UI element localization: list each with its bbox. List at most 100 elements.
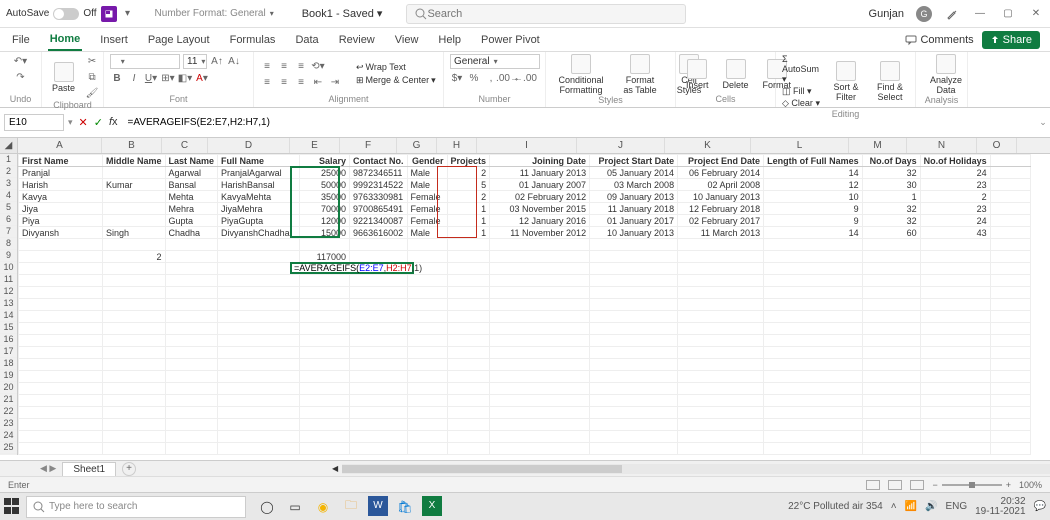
cell[interactable] (103, 431, 166, 443)
maximize-button[interactable]: ▢ (1000, 6, 1016, 22)
cell[interactable] (764, 395, 863, 407)
cell[interactable] (920, 383, 990, 395)
cell[interactable] (862, 263, 920, 275)
cell[interactable] (920, 275, 990, 287)
cell[interactable]: 10 (764, 191, 863, 203)
cell[interactable] (862, 371, 920, 383)
search-input[interactable] (427, 8, 677, 20)
tab-help[interactable]: Help (436, 30, 463, 50)
paste-button[interactable]: Paste (48, 62, 79, 93)
cell[interactable] (447, 347, 490, 359)
cell[interactable]: 32 (862, 167, 920, 179)
cell[interactable] (678, 311, 764, 323)
cell[interactable]: 24 (920, 167, 990, 179)
cell[interactable] (990, 239, 1030, 251)
taskbar-search[interactable]: Type here to search (26, 496, 246, 518)
cell[interactable] (490, 251, 590, 263)
cell[interactable]: 32 (862, 203, 920, 215)
cell[interactable] (990, 443, 1030, 455)
cell[interactable] (920, 371, 990, 383)
cell[interactable] (764, 239, 863, 251)
col-header[interactable]: J (577, 138, 665, 153)
cell[interactable]: Singh (103, 227, 166, 239)
cell[interactable] (103, 299, 166, 311)
cell[interactable] (920, 335, 990, 347)
font-size-combo[interactable]: 11 (183, 54, 207, 69)
tab-home[interactable]: Home (48, 29, 83, 51)
cell[interactable] (678, 443, 764, 455)
cell[interactable] (678, 263, 764, 275)
col-header[interactable]: O (977, 138, 1017, 153)
fill-button[interactable]: ◫ Fill ▾ (782, 86, 821, 97)
cell[interactable] (990, 275, 1030, 287)
cell[interactable] (218, 239, 300, 251)
col-header[interactable]: I (477, 138, 577, 153)
cell[interactable] (407, 395, 447, 407)
cell[interactable]: 03 March 2008 (590, 179, 678, 191)
cell[interactable] (590, 443, 678, 455)
cell[interactable] (678, 419, 764, 431)
cell[interactable] (764, 299, 863, 311)
cell[interactable] (300, 299, 350, 311)
cell[interactable] (165, 359, 218, 371)
cell[interactable] (300, 395, 350, 407)
tab-data[interactable]: Data (293, 30, 320, 50)
cell[interactable]: 05 January 2014 (590, 167, 678, 179)
cell[interactable] (764, 419, 863, 431)
view-page-break-icon[interactable] (910, 480, 924, 490)
cell[interactable]: 23 (920, 203, 990, 215)
cell[interactable] (350, 443, 408, 455)
volume-icon[interactable]: 🔊 (925, 501, 937, 512)
cortana-icon[interactable]: ◯ (256, 496, 278, 518)
cell[interactable] (447, 395, 490, 407)
cell[interactable] (19, 287, 103, 299)
row-header[interactable]: 1 (0, 154, 17, 166)
pen-icon[interactable] (944, 6, 960, 22)
share-button[interactable]: Share (982, 31, 1040, 49)
cell[interactable] (678, 251, 764, 263)
col-header[interactable]: A (18, 138, 102, 153)
col-header[interactable]: F (340, 138, 397, 153)
cell[interactable]: 1 (862, 191, 920, 203)
cell[interactable] (350, 275, 408, 287)
cell[interactable] (590, 359, 678, 371)
cell[interactable] (490, 359, 590, 371)
start-button-icon[interactable] (4, 498, 22, 516)
col-header[interactable]: E (290, 138, 340, 153)
cell[interactable] (300, 443, 350, 455)
cell[interactable] (920, 251, 990, 263)
cell[interactable] (764, 323, 863, 335)
decrease-indent-icon[interactable]: ⇤ (311, 75, 325, 89)
cell[interactable]: 03 November 2015 (490, 203, 590, 215)
cell[interactable] (103, 335, 166, 347)
cell[interactable] (407, 239, 447, 251)
cell[interactable] (103, 443, 166, 455)
word-icon[interactable]: W (368, 496, 388, 516)
cell[interactable] (165, 395, 218, 407)
cell[interactable] (490, 371, 590, 383)
cell[interactable] (165, 287, 218, 299)
cell[interactable] (350, 335, 408, 347)
cell[interactable]: KavyaMehta (218, 191, 300, 203)
cell[interactable]: 9663616002 (350, 227, 408, 239)
cell[interactable] (862, 275, 920, 287)
cell[interactable] (350, 287, 408, 299)
cell[interactable] (990, 395, 1030, 407)
cell[interactable] (862, 395, 920, 407)
cell[interactable] (862, 311, 920, 323)
cell[interactable]: No.of Holidays (920, 155, 990, 167)
cell[interactable] (590, 419, 678, 431)
cell[interactable]: 11 March 2013 (678, 227, 764, 239)
row-header[interactable]: 2 (0, 166, 17, 178)
cell[interactable] (103, 203, 166, 215)
cell[interactable] (165, 419, 218, 431)
zoom-slider[interactable] (942, 484, 1002, 486)
cell[interactable] (678, 275, 764, 287)
comments-button[interactable]: Comments (905, 34, 973, 46)
cell[interactable] (300, 407, 350, 419)
cell[interactable] (19, 419, 103, 431)
cell[interactable] (103, 275, 166, 287)
cell[interactable]: 9992314522 (350, 179, 408, 191)
cell[interactable] (350, 419, 408, 431)
cell[interactable] (678, 395, 764, 407)
